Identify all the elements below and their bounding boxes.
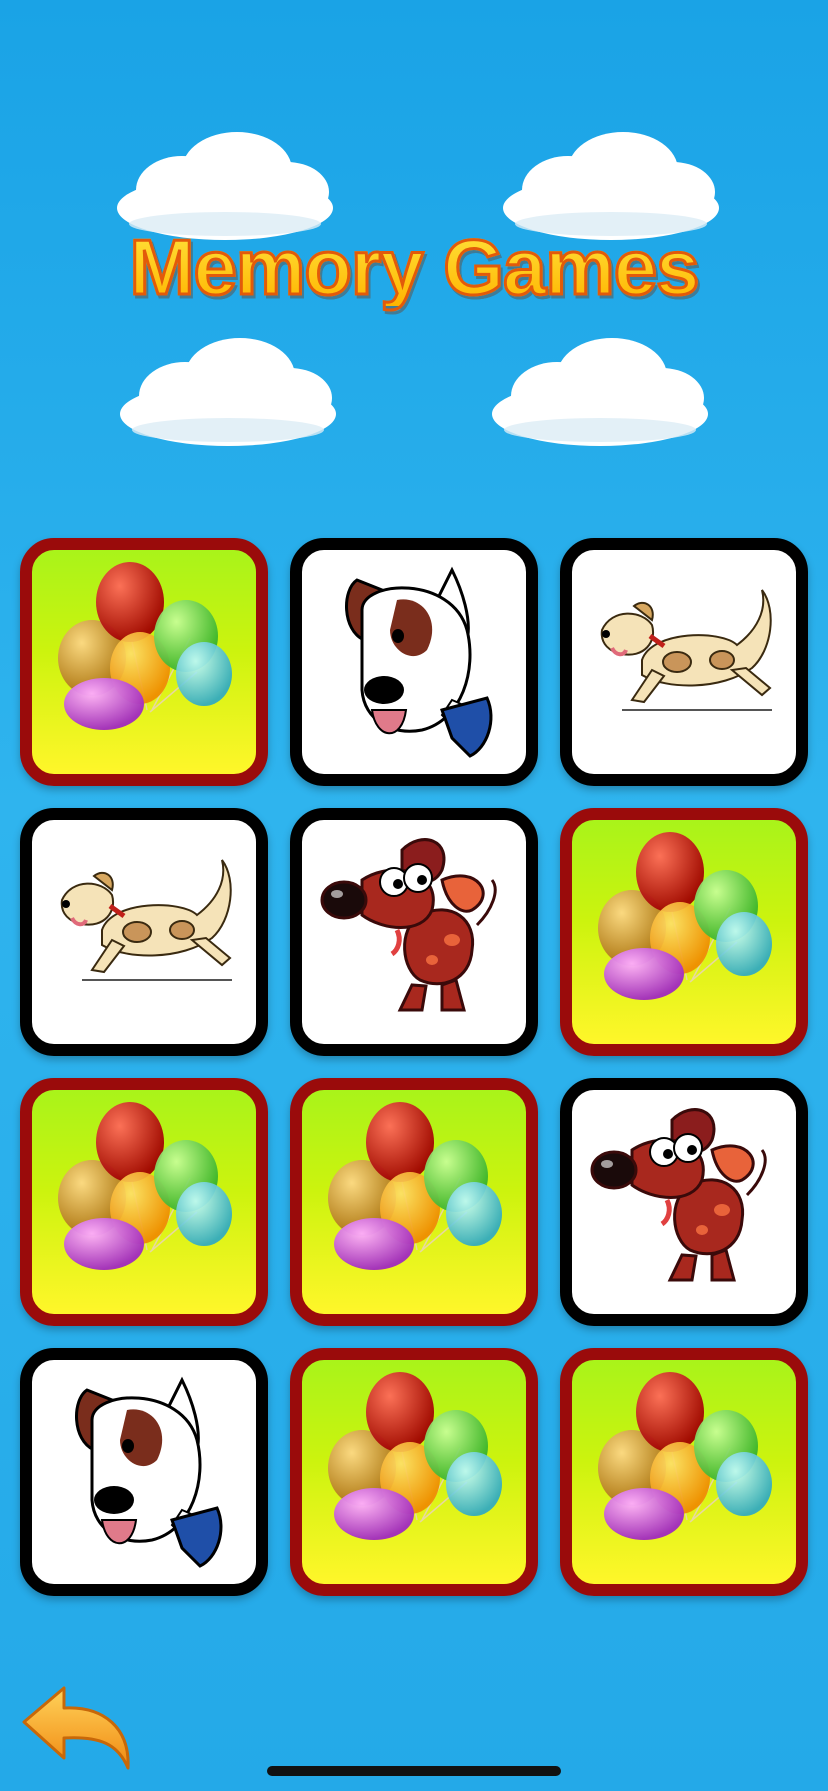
cloud-icon [492, 338, 708, 446]
balloons-icon [328, 1372, 502, 1540]
balloons-icon [58, 1102, 232, 1270]
memory-card-revealed[interactable] [290, 808, 538, 1056]
memory-card-hidden[interactable] [290, 1348, 538, 1596]
balloons-icon [58, 562, 232, 730]
memory-card-hidden[interactable] [560, 808, 808, 1056]
balloons-icon [598, 832, 772, 1000]
memory-card-grid [20, 538, 808, 1596]
memory-card-revealed[interactable] [290, 538, 538, 786]
running-puppy-icon [60, 859, 232, 981]
cartoon-brown-dog-icon [590, 1108, 767, 1282]
memory-card-hidden[interactable] [20, 538, 268, 786]
memory-card-revealed[interactable] [560, 1078, 808, 1326]
spotted-dog-head-icon [345, 566, 493, 758]
running-puppy-icon [600, 589, 772, 711]
memory-card-hidden[interactable] [290, 1078, 538, 1326]
memory-card-hidden[interactable] [20, 1078, 268, 1326]
home-indicator [267, 1766, 561, 1776]
spotted-dog-head-icon [75, 1376, 223, 1568]
cartoon-brown-dog-icon [320, 838, 497, 1012]
balloons-icon [598, 1372, 772, 1540]
balloons-icon [328, 1102, 502, 1270]
back-arrow-icon[interactable] [18, 1682, 136, 1774]
memory-card-revealed[interactable] [20, 808, 268, 1056]
cloud-icon [120, 338, 336, 446]
memory-card-revealed[interactable] [20, 1348, 268, 1596]
memory-card-hidden[interactable] [560, 1348, 808, 1596]
page-title: Memory Games [0, 227, 828, 308]
memory-card-revealed[interactable] [560, 538, 808, 786]
